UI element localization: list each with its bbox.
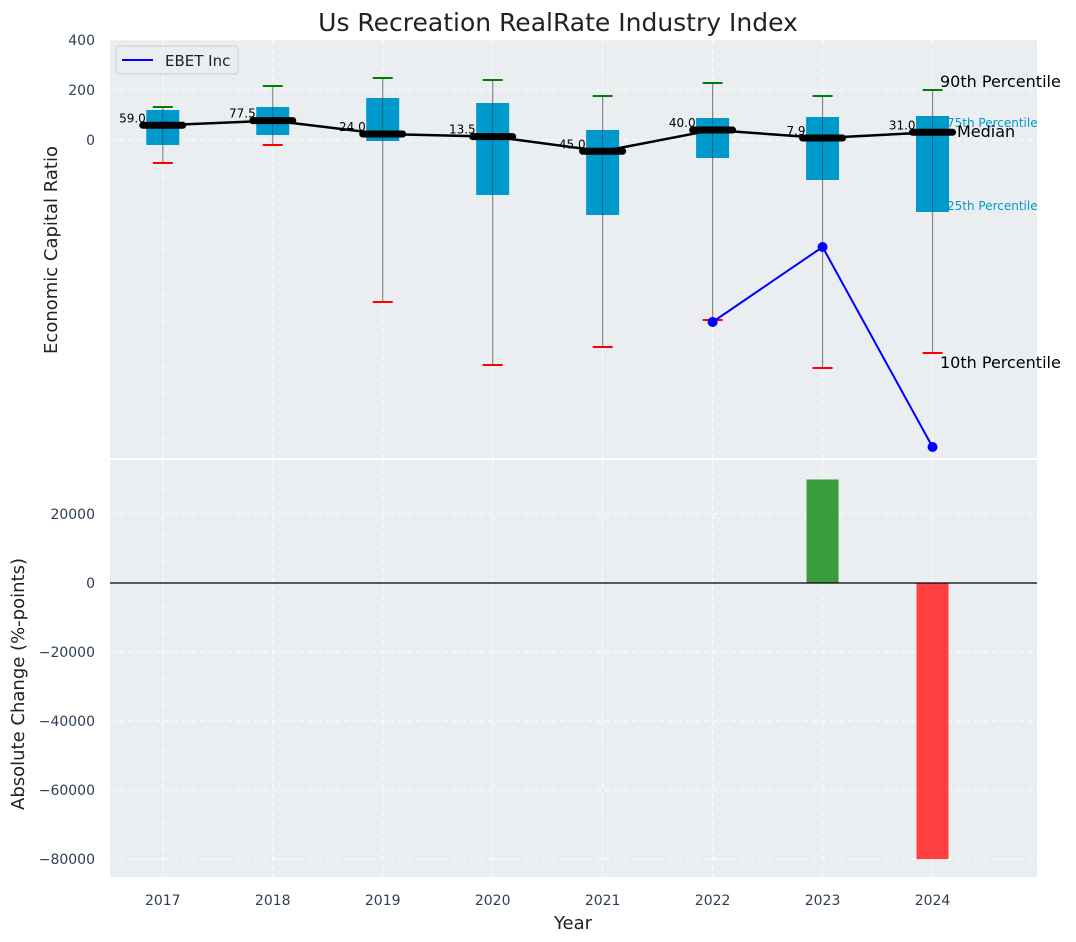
top-y-axis-label: Economic Capital Ratio: [41, 146, 62, 354]
median-value-label: -45.0: [555, 137, 586, 151]
change-bar: [806, 479, 839, 584]
chart: Us Recreation RealRate Industry Index 59…: [8, 8, 1061, 934]
legend: EBET Inc: [115, 45, 239, 75]
top-y-tick-label: 200: [68, 83, 95, 99]
bottom-y-tick-label: −40000: [39, 714, 95, 730]
bottom-y-tick-label: 0: [86, 576, 95, 592]
x-axis-label: Year: [553, 913, 593, 934]
annotation-p90: 90th Percentile: [940, 72, 1061, 91]
top-y-tick-label: 0: [86, 133, 95, 149]
median-value-label: 7.9: [786, 124, 805, 138]
bottom-y-tick-label: −20000: [39, 645, 95, 661]
chart-title: Us Recreation RealRate Industry Index: [318, 8, 798, 37]
bottom-y-tick-label: −80000: [39, 852, 95, 868]
change-bar: [916, 583, 949, 860]
annotation-p25: 25th Percentile: [947, 199, 1038, 213]
x-tick-label: 2020: [475, 893, 511, 909]
median-value-label: 40.0: [669, 116, 696, 130]
x-tick-label: 2022: [695, 893, 731, 909]
top-plot-area: [110, 40, 1037, 458]
median-value-label: 24.0: [339, 120, 366, 134]
annotation-median: Median: [957, 122, 1015, 141]
legend-label-ebet: EBET Inc: [165, 52, 230, 70]
ebet-point: [707, 317, 718, 327]
x-tick-label: 2018: [255, 893, 291, 909]
x-tick-label: 2017: [145, 893, 181, 909]
bottom-y-tick-label: −60000: [39, 783, 95, 799]
median-value-label: 59.0: [119, 111, 146, 125]
bottom-plot-area: [110, 460, 1037, 877]
annotation-p10: 10th Percentile: [940, 353, 1061, 372]
top-y-tick-label: 400: [68, 33, 95, 49]
x-tick-label: 2021: [585, 893, 621, 909]
ebet-point: [817, 242, 828, 252]
x-tick-label: 2019: [365, 893, 401, 909]
median-value-label: 31.0: [889, 118, 916, 132]
median-value-label: 13.5: [449, 123, 476, 137]
bottom-y-tick-label: 20000: [50, 507, 95, 523]
median-value-label: 77.5: [229, 107, 256, 121]
x-tick-label: 2023: [805, 893, 841, 909]
ebet-point: [927, 442, 938, 452]
bottom-y-axis-label: Absolute Change (%-points): [8, 558, 29, 810]
x-tick-label: 2024: [915, 893, 951, 909]
